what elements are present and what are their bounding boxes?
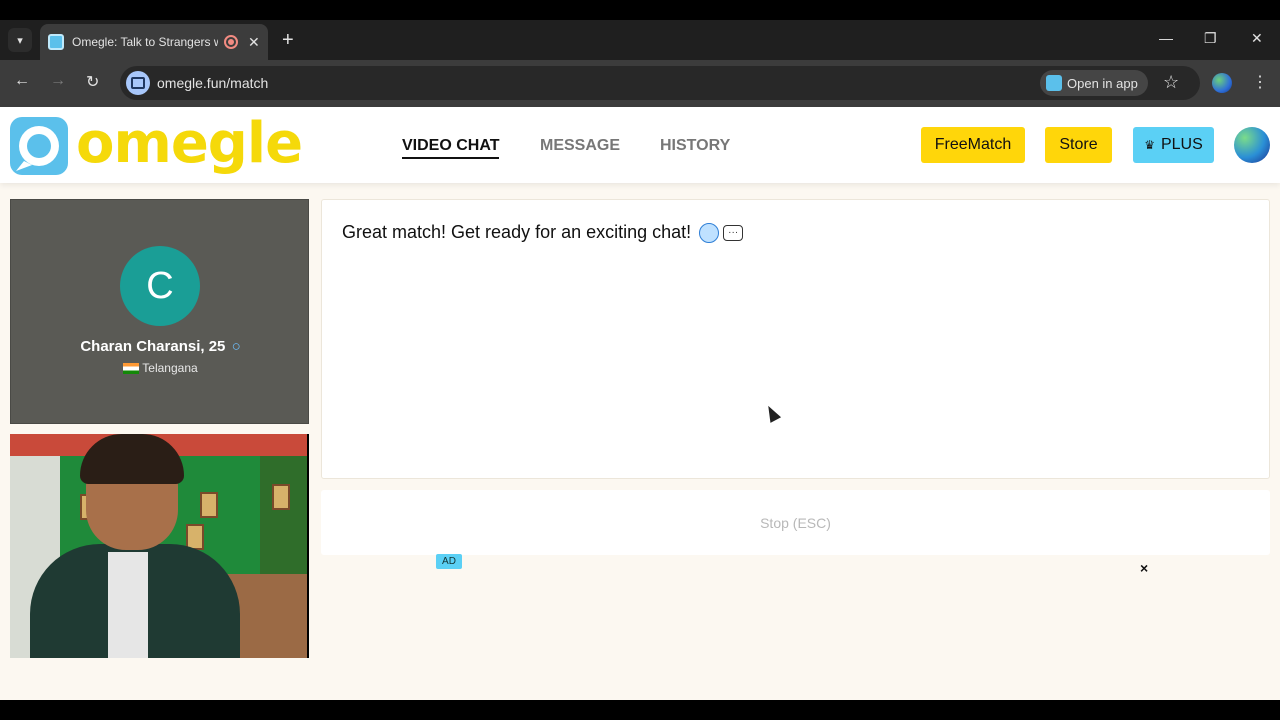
tab-search-button[interactable]: ▾ <box>8 28 32 52</box>
store-button[interactable]: Store <box>1045 127 1112 163</box>
url-text[interactable]: omegle.fun/match <box>157 75 268 91</box>
freematch-button[interactable]: FreeMatch <box>921 127 1025 163</box>
chevron-down-icon: ▾ <box>17 34 23 47</box>
nav-video-chat[interactable]: VIDEO CHAT <box>402 137 500 159</box>
nav-message[interactable]: MESSAGE <box>540 137 620 155</box>
address-bar[interactable]: omegle.fun/match Open in app ☆ <box>120 66 1200 100</box>
system-message-text: Great match! Get ready for an exciting c… <box>342 222 692 242</box>
close-window-button[interactable]: ✕ <box>1251 30 1263 47</box>
reload-icon[interactable]: ↻ <box>86 72 99 92</box>
browser-window: ▾ Omegle: Talk to Strangers w ✕ + — ❐ ✕ … <box>0 0 1280 720</box>
india-flag-icon <box>123 362 140 374</box>
speech-bubble-icon: ··· <box>723 224 744 241</box>
browser-menu-icon[interactable]: ⋮ <box>1252 72 1268 92</box>
system-message: Great match! Get ready for an exciting c… <box>342 222 744 243</box>
ad-badge: AD <box>436 554 462 569</box>
partner-avatar: C <box>120 246 200 326</box>
plus-button[interactable]: ♛ PLUS <box>1133 127 1214 163</box>
tab-bar: ▾ Omegle: Talk to Strangers w ✕ + — ❐ ✕ <box>0 20 1280 60</box>
bookmark-star-icon[interactable]: ☆ <box>1163 72 1179 93</box>
crown-icon: ♛ <box>1144 138 1155 152</box>
nav-history[interactable]: HISTORY <box>660 137 730 155</box>
site-info-icon[interactable] <box>126 71 150 95</box>
omegle-favicon-icon <box>48 34 64 50</box>
tab-close-icon[interactable]: ✕ <box>248 34 260 51</box>
globe-icon <box>699 222 720 243</box>
ring-icon: ○ <box>231 338 241 355</box>
browser-profile-icon[interactable] <box>1212 73 1232 93</box>
partner-profile-card: C Charan Charansi, 25 ○ Telangana <box>10 199 309 424</box>
bottom-letterbox <box>0 700 1280 720</box>
recording-icon <box>224 35 238 49</box>
minimize-button[interactable]: — <box>1159 30 1173 46</box>
partner-name: Charan Charansi, 25 ○ <box>11 338 310 355</box>
plus-label: PLUS <box>1160 136 1203 153</box>
partner-name-text: Charan Charansi, 25 <box>80 338 226 355</box>
open-in-app-button[interactable]: Open in app <box>1040 70 1148 96</box>
tab-title: Omegle: Talk to Strangers w <box>72 35 218 49</box>
app-icon <box>1046 75 1062 91</box>
partner-location-text: Telangana <box>142 361 198 375</box>
user-avatar[interactable] <box>1234 127 1270 163</box>
site-header: omegle VIDEO CHAT MESSAGE HISTORY FreeMa… <box>0 107 1280 183</box>
forward-arrow-icon[interactable]: → <box>50 72 66 90</box>
page: omegle VIDEO CHAT MESSAGE HISTORY FreeMa… <box>0 107 1280 700</box>
back-arrow-icon[interactable]: ← <box>14 72 30 90</box>
restore-button[interactable]: ❐ <box>1204 30 1217 47</box>
logo-text[interactable]: omegle <box>76 111 303 176</box>
chat-log: Great match! Get ready for an exciting c… <box>321 199 1270 479</box>
browser-tab[interactable]: Omegle: Talk to Strangers w ✕ <box>40 24 268 60</box>
stop-button[interactable]: Stop (ESC) <box>321 490 1270 555</box>
top-letterbox <box>0 0 1280 20</box>
ad-close-icon[interactable]: × <box>1140 560 1148 576</box>
open-in-app-label: Open in app <box>1067 75 1138 91</box>
partner-location: Telangana <box>11 361 310 375</box>
new-tab-button[interactable]: + <box>282 28 294 52</box>
local-video-feed <box>10 434 309 658</box>
browser-toolbar: ← → ↻ omegle.fun/match Open in app ☆ <box>0 60 1280 107</box>
omegle-logo-icon[interactable] <box>10 117 68 175</box>
